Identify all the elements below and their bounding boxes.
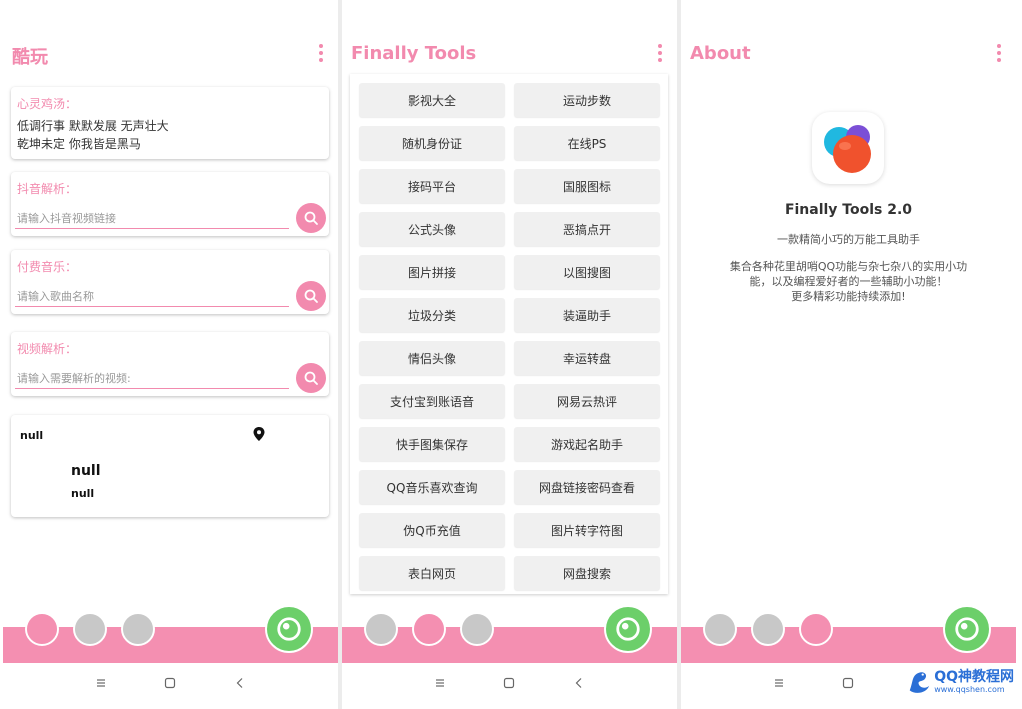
tool-button[interactable]: 网易云热评 [514,384,660,418]
nav-menu-icon[interactable] [433,676,447,690]
tool-button[interactable]: 表白网页 [359,556,505,590]
tool-button[interactable]: 图片拼接 [359,255,505,289]
screen-tools: Finally Tools 影视大全 运动步数 随机身份证 在线PS 接码平台 国服图标公… [342,0,677,709]
video-link-input[interactable] [15,368,289,389]
app-name: Finally Tools 2.0 [784,202,913,218]
nav-home-icon[interactable] [502,676,516,690]
tool-button[interactable]: 幸运转盘 [514,341,660,375]
video-search-button[interactable] [296,363,326,393]
music-card-label: 付费音乐： [17,260,78,274]
video-card: 视频解析： [11,332,329,396]
screen-cool: 酷玩 心灵鸡汤： 低调行事 默默发展 无声壮大 乾坤未定 你我皆是黑马 抖音解析… [3,0,338,709]
tool-button[interactable]: 以图搜图 [514,255,660,289]
nav-dot-3[interactable] [121,612,155,646]
music-card: 付费音乐： [11,250,329,314]
douyin-search-button[interactable] [296,203,326,233]
fab-icon [955,617,979,641]
tool-button[interactable]: 快手图集保存 [359,427,505,461]
quote-line-2: 乾坤未定 你我皆是黑马 [17,137,141,151]
app-description-line-3: 更多精彩功能持续添加! [791,290,906,303]
app-logo-icon [824,125,871,173]
nav-home-icon[interactable] [841,676,855,690]
quote-card: 心灵鸡汤： 低调行事 默默发展 无声壮大 乾坤未定 你我皆是黑马 [11,87,329,159]
fab-button[interactable] [604,605,652,653]
video-card-label: 视频解析： [17,342,78,356]
nav-dot-2[interactable] [412,612,446,646]
search-icon [304,211,318,225]
music-search-button[interactable] [296,281,326,311]
nav-dot-1[interactable] [703,612,737,646]
fab-icon [616,617,640,641]
weather-card: null null null [11,415,329,517]
kebab-menu-icon[interactable] [996,44,1002,64]
song-name-input[interactable] [15,286,289,307]
nav-dot-2[interactable] [73,612,107,646]
watermark: QQ神教程网 www.qqshen.com [906,665,1014,699]
nav-menu-icon[interactable] [94,676,108,690]
quote-text: 低调行事 默默发展 无声壮大 乾坤未定 你我皆是黑马 [17,117,169,153]
weather-city: null [20,429,44,442]
search-icon [304,289,318,303]
app-description: 集合各种花里胡哨QQ功能与杂七杂八的实用小功 能，以及编程爱好者的一些辅助小功能… [711,259,986,304]
tool-button[interactable]: 影视大全 [359,83,505,117]
kebab-menu-icon[interactable] [318,44,324,64]
nav-back-icon[interactable] [233,676,247,690]
tool-button[interactable]: 垃圾分类 [359,298,505,332]
weather-sub: null [71,487,95,500]
tools-grid: 影视大全 运动步数 随机身份证 在线PS 接码平台 国服图标 公式头像 恶搞点开 图片拼接 以图搜… [350,74,668,594]
tool-button[interactable]: 情侣头像 [359,341,505,375]
search-icon [304,371,318,385]
tool-button[interactable]: 国服图标 [514,169,660,203]
nav-dot-2[interactable] [751,612,785,646]
fab-button[interactable] [943,605,991,653]
kebab-menu-icon[interactable] [657,44,663,64]
watermark-name: QQ神教程网 [934,669,1014,685]
app-description-line-1: 集合各种花里胡哨QQ功能与杂七杂八的实用小功 [729,260,968,273]
nav-dot-3[interactable] [460,612,494,646]
watermark-url: www.qqshen.com [934,685,1005,694]
tool-button[interactable]: 装逼助手 [514,298,660,332]
tool-button[interactable]: 公式头像 [359,212,505,246]
system-navbar [342,663,677,709]
nav-menu-icon[interactable] [772,676,786,690]
app-description-line-2: 能，以及编程爱好者的一些辅助小功能！ [749,275,948,288]
fab-button[interactable] [265,605,313,653]
tool-button[interactable]: 恶搞点开 [514,212,660,246]
tool-button[interactable]: 伪Q币充值 [359,513,505,547]
location-pin-icon[interactable] [253,427,265,441]
quote-card-label: 心灵鸡汤： [17,97,78,111]
screen-about: About Finally Tools 2.0 一款精简小巧的万能工具助手 集合… [681,0,1016,709]
tool-button[interactable]: 在线PS [514,126,660,160]
nav-dot-3[interactable] [799,612,833,646]
dragon-logo-icon [909,672,930,693]
tool-button[interactable]: 图片转字符图 [514,513,660,547]
app-logo [812,112,884,184]
tool-button[interactable]: 游戏起名助手 [514,427,660,461]
page-title: Finally Tools [351,43,477,64]
fab-icon [277,617,301,641]
app-subtitle: 一款精简小巧的万能工具助手 [777,233,920,246]
tool-button[interactable]: 随机身份证 [359,126,505,160]
weather-main: null [71,463,101,479]
tool-button[interactable]: 接码平台 [359,169,505,203]
nav-dot-1[interactable] [25,612,59,646]
nav-back-icon[interactable] [572,676,586,690]
tool-button[interactable]: 支付宝到账语音 [359,384,505,418]
tool-button[interactable]: 网盘搜索 [514,556,660,590]
douyin-card: 抖音解析： [11,172,329,236]
quote-line-1: 低调行事 默默发展 无声壮大 [17,119,169,133]
nav-dot-1[interactable] [364,612,398,646]
page-title: About [690,43,751,64]
tool-button[interactable]: 网盘链接密码查看 [514,470,660,504]
douyin-link-input[interactable] [15,208,289,229]
tool-button[interactable]: QQ音乐喜欢查询 [359,470,505,504]
douyin-card-label: 抖音解析： [17,182,78,196]
tool-button[interactable]: 运动步数 [514,83,660,117]
system-navbar [3,663,338,709]
page-title: 酷玩 [12,47,48,68]
nav-home-icon[interactable] [163,676,177,690]
